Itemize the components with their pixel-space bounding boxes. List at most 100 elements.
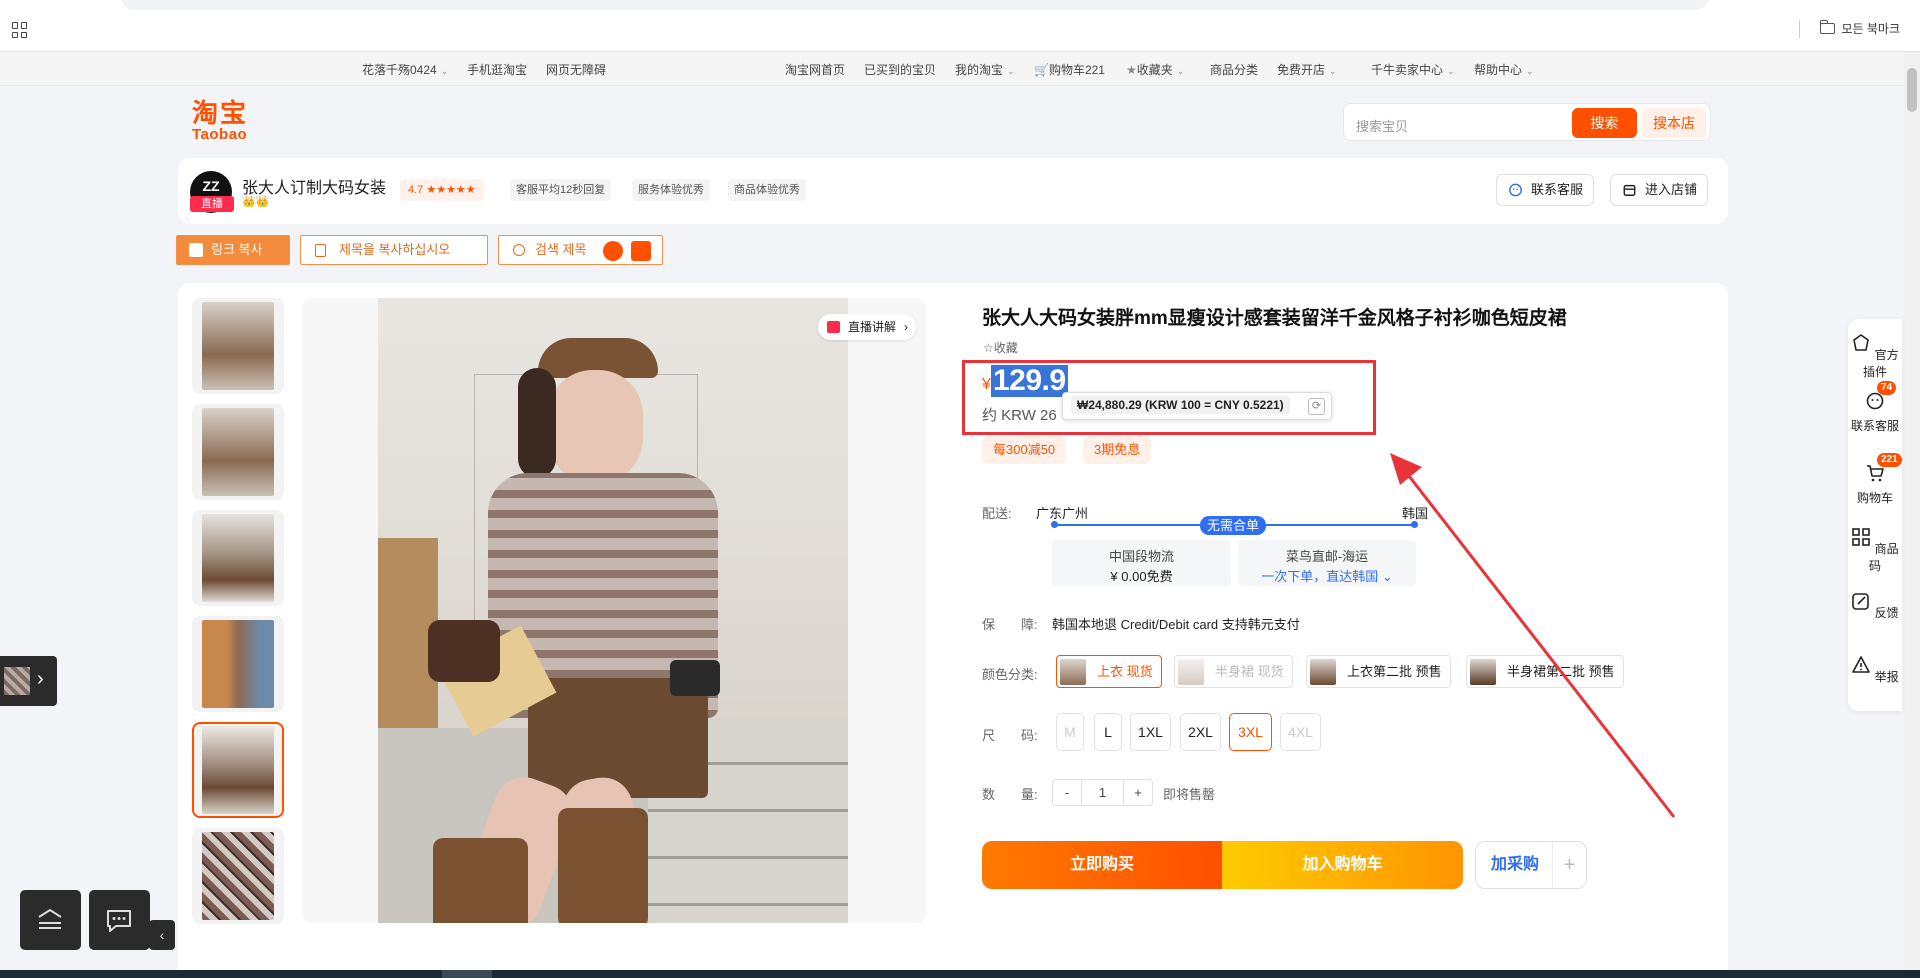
color-option-label: 上衣 现货 <box>1097 664 1153 679</box>
nav-favorites[interactable]: ★收藏夹 ⌄ <box>1126 61 1184 78</box>
shipping-option-value: 一次下单，直达韩国 ⌄ <box>1238 566 1416 585</box>
product-thumbnail[interactable] <box>192 616 284 712</box>
chevron-right-icon: › <box>904 320 909 334</box>
shop-tag: 服务体验优秀 <box>632 179 710 201</box>
color-option[interactable]: 半身裙第二批 预售 <box>1466 655 1624 688</box>
color-option[interactable]: 上衣第二批 预售 <box>1306 655 1451 688</box>
price-currency: ¥ <box>982 376 991 393</box>
search-button[interactable]: 搜索 <box>1572 108 1637 138</box>
color-option[interactable]: 上衣 现货 <box>1056 655 1162 688</box>
refresh-icon[interactable]: ⟳ <box>1308 398 1325 415</box>
logo-cn: 淘宝 <box>192 99 249 129</box>
floating-product-toggle[interactable]: › <box>0 656 57 706</box>
size-option[interactable]: M <box>1056 713 1084 751</box>
color-swatch <box>1178 659 1204 685</box>
nav-user[interactable]: 花落千殇0424 ⌄ <box>362 61 448 78</box>
size-option[interactable]: 4XL <box>1280 713 1321 751</box>
search-input[interactable]: 搜索宝贝 <box>1356 116 1408 135</box>
main-image-viewer[interactable] <box>302 298 926 923</box>
all-bookmarks-button[interactable]: 모든 북마크 <box>1819 20 1900 37</box>
color-option[interactable]: 半身裙 现货 <box>1174 655 1293 688</box>
aliexpress-icon[interactable] <box>603 241 623 261</box>
scrollbar-thumb[interactable] <box>1907 68 1917 112</box>
add-purchase-button[interactable]: 加采购 + <box>1475 841 1587 889</box>
sidebar-official-plugin[interactable]: 官方插件 <box>1848 333 1902 380</box>
promo-tag[interactable]: 每300减50 <box>982 436 1067 464</box>
sidebar-item-label: 举报 <box>1874 670 1899 684</box>
search-icon <box>513 244 525 256</box>
copy-link-icon <box>189 243 203 257</box>
sidebar-item-label: 联系客服 <box>1850 419 1899 433</box>
shipping-option-direct[interactable]: 菜鸟直邮-海运 一次下单，直达韩国 ⌄ <box>1238 540 1416 586</box>
taobao-logo[interactable]: 淘宝 Taobao <box>192 100 248 142</box>
nav-seller-center[interactable]: 千牛卖家中心 ⌄ <box>1371 61 1455 78</box>
nav-home[interactable]: 淘宝网首页 <box>785 61 845 78</box>
size-option-selected[interactable]: 3XL <box>1229 713 1272 751</box>
nav-bought[interactable]: 已买到的宝贝 <box>864 61 936 78</box>
apps-icon[interactable] <box>12 22 28 38</box>
nav-favorites-label: 收藏夹 <box>1136 63 1173 77</box>
address-bar[interactable] <box>120 0 1710 10</box>
buy-now-button[interactable]: 立即购买 <box>982 841 1222 889</box>
nav-free-shop[interactable]: 免费开店 ⌄ <box>1277 61 1337 78</box>
live-icon <box>827 321 840 333</box>
color-option-label: 半身裙第二批 预售 <box>1507 664 1615 679</box>
sidebar-contact-service[interactable]: 74 联系客服 <box>1848 381 1902 434</box>
route-dot <box>1411 521 1418 528</box>
chat-button[interactable] <box>89 890 150 950</box>
product-thumbnail-active[interactable] <box>192 722 284 818</box>
search-title-label: 검색 제목 <box>535 242 587 257</box>
size-option[interactable]: 2XL <box>1180 713 1221 751</box>
quantity-minus-button[interactable]: - <box>1053 780 1081 805</box>
sidebar-report[interactable]: 举报 <box>1848 655 1902 685</box>
nav-user-label: 花落千殇0424 <box>362 63 437 77</box>
live-explain-button[interactable]: 直播讲解 › <box>818 314 917 340</box>
search-title-button[interactable]: 검색 제목 <box>498 235 663 265</box>
enter-shop-button[interactable]: 进入店铺 <box>1610 174 1709 206</box>
route-dot <box>1051 521 1058 528</box>
contact-service-button[interactable]: 联系客服 <box>1496 174 1595 206</box>
favorite-button[interactable]: ☆收藏 <box>983 339 1018 356</box>
product-thumbnail[interactable] <box>192 510 284 606</box>
quantity-stepper: - 1 + <box>1052 779 1153 806</box>
copy-link-button[interactable]: 링크 복사 <box>176 235 290 265</box>
add-to-cart-button[interactable]: 加入购物车 <box>1222 841 1463 889</box>
product-thumbnail[interactable] <box>192 298 284 394</box>
size-option[interactable]: L <box>1094 713 1122 751</box>
store-icon <box>1623 184 1636 196</box>
nav-cart[interactable]: 🛒购物车221 <box>1034 61 1105 78</box>
taskbar-app[interactable] <box>442 970 492 978</box>
sidebar-product-code[interactable]: 商品码 <box>1848 527 1902 574</box>
browser-toolbar: 모든 북마크 <box>0 0 1920 52</box>
plus-icon[interactable]: + <box>1552 842 1586 888</box>
guarantee-label: 保 障: <box>982 617 1038 632</box>
copy-title-button[interactable]: 제목을 복사하십시오 <box>300 235 488 265</box>
nav-my-taobao[interactable]: 我的淘宝 ⌄ <box>955 61 1015 78</box>
quantity-plus-button[interactable]: + <box>1124 780 1152 805</box>
promo-tag[interactable]: 3期免息 <box>1083 436 1152 464</box>
stack-menu-button[interactable] <box>20 890 81 950</box>
quantity-input[interactable]: 1 <box>1081 780 1124 805</box>
sidebar-cart[interactable]: 221 购物车 <box>1848 453 1902 506</box>
nav-mobile[interactable]: 手机逛淘宝 <box>467 61 527 78</box>
nav-help[interactable]: 帮助中心 ⌄ <box>1474 61 1534 78</box>
color-swatch <box>1060 659 1086 685</box>
krw-popup: ₩24,880.29 (KRW 100 = CNY 0.5221) ⟳ <box>1062 392 1332 420</box>
krw-popup-text: ₩24,880.29 (KRW 100 = CNY 0.5221) <box>1071 396 1290 414</box>
live-badge[interactable]: 直播 <box>190 196 234 212</box>
site-top-nav: 花落千殇0424 ⌄ 手机逛淘宝 网页无障碍 淘宝网首页 已买到的宝贝 我的淘宝 ⌄… <box>0 52 1920 86</box>
shipping-option-china[interactable]: 中国段物流 ¥ 0.00免费 <box>1052 540 1231 586</box>
taobao-icon[interactable] <box>631 241 651 261</box>
collapse-left-button[interactable]: ‹ <box>149 920 175 950</box>
shop-tag: 商品体验优秀 <box>728 179 806 201</box>
search-shop-button[interactable]: 搜本店 <box>1642 108 1706 138</box>
nav-categories[interactable]: 商品分类 <box>1210 61 1258 78</box>
product-thumbnail[interactable] <box>192 828 284 924</box>
color-swatch <box>1470 659 1496 685</box>
product-thumbnail[interactable] <box>192 404 284 500</box>
sidebar-feedback[interactable]: 反馈 <box>1848 591 1902 621</box>
size-option[interactable]: 1XL <box>1130 713 1171 751</box>
chevron-down-icon: ⌄ <box>1447 66 1455 76</box>
nav-accessibility[interactable]: 网页无障碍 <box>546 61 606 78</box>
page-scrollbar[interactable] <box>1904 52 1920 970</box>
